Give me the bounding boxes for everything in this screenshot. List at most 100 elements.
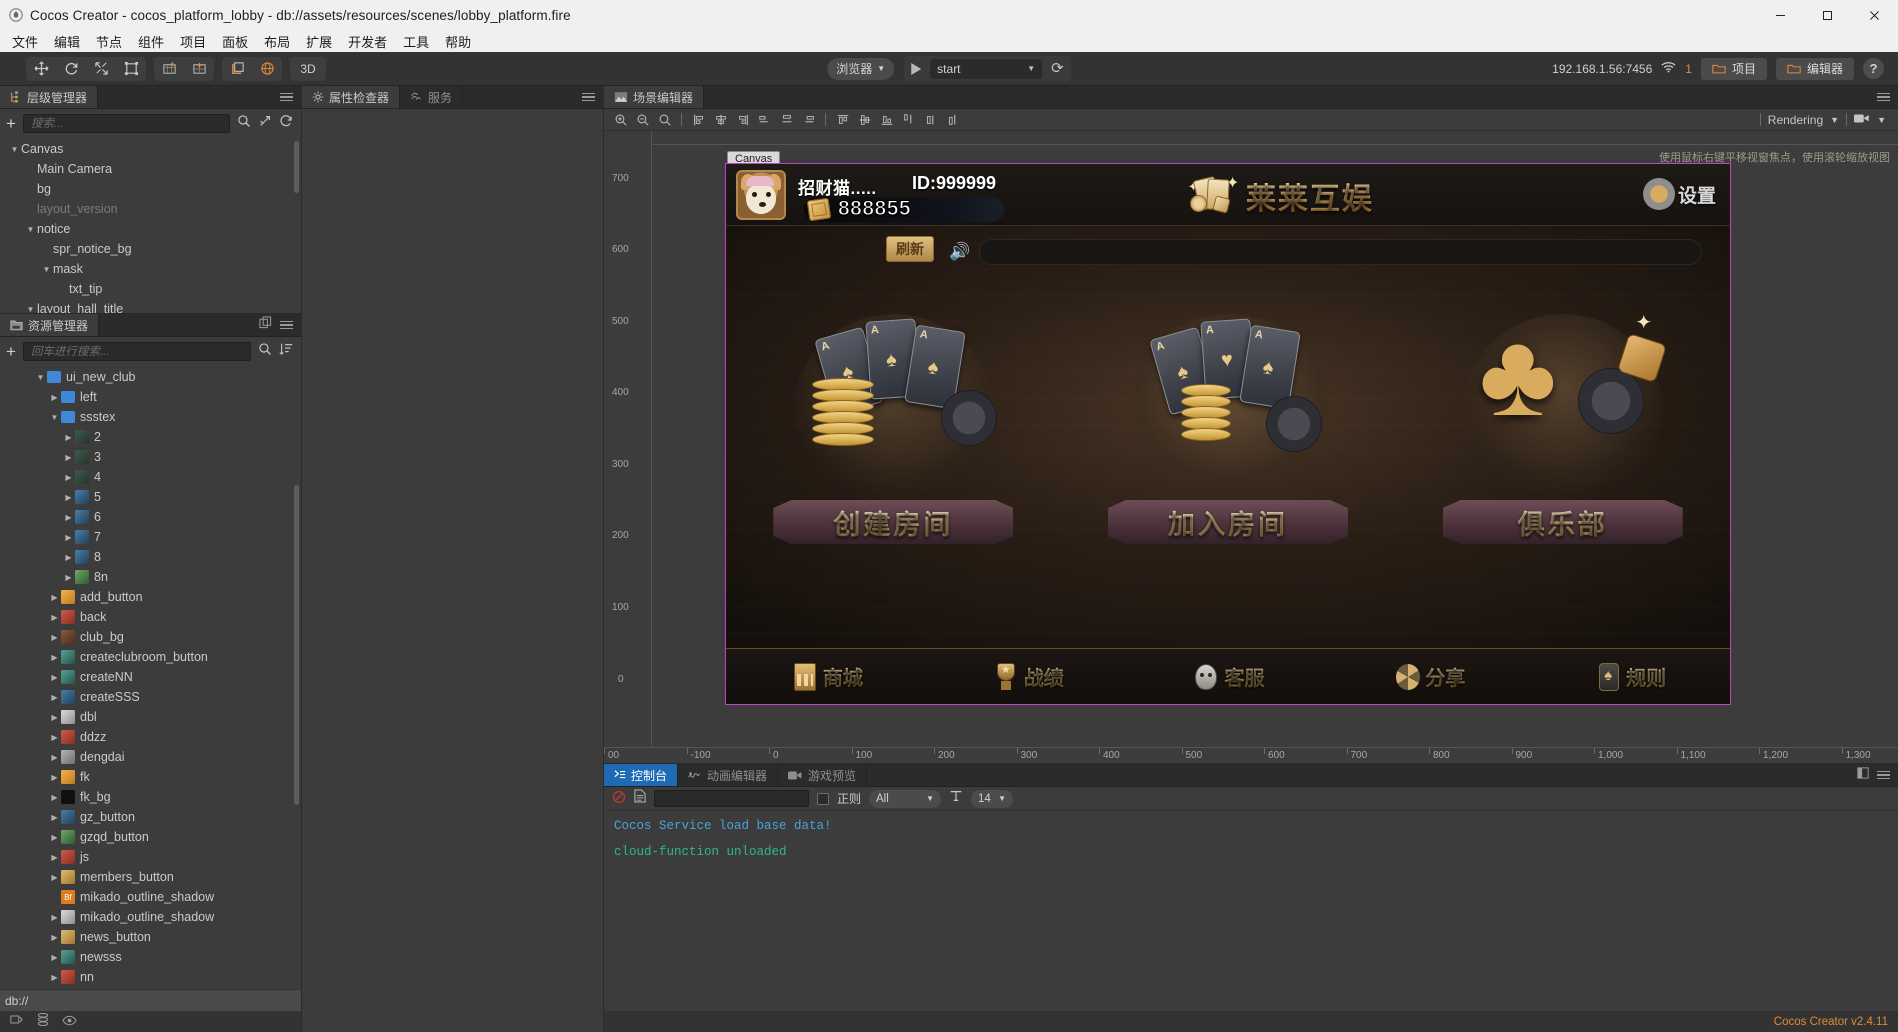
asset-item[interactable]: ▶ add_button: [0, 587, 301, 607]
search-icon[interactable]: [237, 114, 251, 133]
eye-icon[interactable]: [62, 1013, 77, 1031]
distribute-center-icon[interactable]: [776, 111, 797, 129]
editor-button[interactable]: 编辑器: [1775, 57, 1854, 80]
menu-item-component[interactable]: 组件: [130, 30, 172, 53]
chevron-right-icon[interactable]: ▶: [62, 433, 75, 442]
menu-item-project[interactable]: 项目: [172, 30, 214, 53]
chevron-right-icon[interactable]: ▶: [48, 613, 61, 622]
hierarchy-tree[interactable]: ▼ Canvas Main Camera bg layout_version ▼ notic…: [0, 137, 301, 313]
distribute-right-icon[interactable]: [798, 111, 819, 129]
hierarchy-node[interactable]: layout_version: [0, 199, 301, 219]
chevron-down-icon[interactable]: ▼: [34, 373, 47, 382]
preview-device-select[interactable]: 浏览器 ▼: [827, 57, 895, 80]
scene-viewport[interactable]: 700 600 500 400 300 200 100 0 使用鼠标右键平移视窗…: [604, 131, 1898, 763]
hierarchy-node[interactable]: ▼ mask: [0, 259, 301, 279]
nav-item-support[interactable]: 客服: [1128, 661, 1329, 693]
chevron-down-icon[interactable]: ▼: [1830, 115, 1839, 125]
hierarchy-scrollbar[interactable]: [294, 141, 299, 193]
hierarchy-node[interactable]: txt_tip: [0, 279, 301, 299]
maximize-button[interactable]: [1804, 0, 1851, 30]
nav-item-records[interactable]: 战绩: [927, 661, 1128, 693]
locate-icon[interactable]: [258, 114, 272, 133]
asset-item[interactable]: ▶ ddzz: [0, 727, 301, 747]
rotate-tool-icon[interactable]: [56, 57, 86, 81]
camera-icon[interactable]: [1854, 112, 1870, 127]
asset-item[interactable]: ▶ nn: [0, 967, 301, 987]
plus-icon[interactable]: +: [6, 343, 16, 360]
duplicate-icon[interactable]: [259, 316, 272, 334]
help-button[interactable]: ?: [1863, 58, 1884, 79]
expand-icon[interactable]: [1857, 766, 1869, 784]
anchor-icon[interactable]: [184, 57, 214, 81]
chevron-right-icon[interactable]: ▶: [48, 393, 61, 402]
chevron-right-icon[interactable]: ▶: [62, 553, 75, 562]
log-level-select[interactable]: All ▼: [869, 789, 942, 808]
asset-item[interactable]: ▶ mikado_outline_shadow: [0, 907, 301, 927]
asset-item[interactable]: ▶ 4: [0, 467, 301, 487]
font-size-select[interactable]: 14 ▼: [971, 789, 1014, 808]
chevron-right-icon[interactable]: ▶: [62, 533, 75, 542]
chevron-right-icon[interactable]: ▶: [62, 453, 75, 462]
align-left-icon[interactable]: [688, 111, 709, 129]
refresh-button[interactable]: 刷新: [886, 236, 934, 262]
menu-item-layout[interactable]: 布局: [256, 30, 298, 53]
align-bottom-icon[interactable]: [876, 111, 897, 129]
zoom-fit-icon[interactable]: [654, 111, 675, 129]
menu-item-help[interactable]: 帮助: [437, 30, 479, 53]
chevron-right-icon[interactable]: ▶: [48, 713, 61, 722]
asset-item[interactable]: ▶ news_button: [0, 927, 301, 947]
menu-item-panel[interactable]: 面板: [214, 30, 256, 53]
chevron-right-icon[interactable]: ▶: [48, 673, 61, 682]
chevron-right-icon[interactable]: ▶: [48, 813, 61, 822]
rect-tool-icon[interactable]: [116, 57, 146, 81]
chevron-right-icon[interactable]: ▶: [62, 493, 75, 502]
game-canvas[interactable]: 招财猫..... ID:999999 888855 ✦ ✦: [725, 163, 1731, 705]
nav-item-share[interactable]: 分享: [1328, 661, 1529, 693]
hierarchy-node[interactable]: ▼ notice: [0, 219, 301, 239]
clear-icon[interactable]: [612, 790, 626, 807]
settings-button[interactable]: 设置: [1638, 174, 1716, 214]
search-icon[interactable]: [258, 342, 272, 361]
chevron-right-icon[interactable]: ▶: [62, 473, 75, 482]
chevron-down-icon[interactable]: ▼: [24, 225, 37, 234]
avatar[interactable]: [736, 170, 786, 220]
asset-item[interactable]: ▼ ssstex: [0, 407, 301, 427]
hierarchy-node[interactable]: spr_notice_bg: [0, 239, 301, 259]
database-icon[interactable]: [37, 1012, 49, 1031]
tab-inspector[interactable]: 属性检查器: [302, 86, 401, 108]
menu-item-edit[interactable]: 编辑: [46, 30, 88, 53]
menu-item-developer[interactable]: 开发者: [340, 30, 395, 53]
menu-item-node[interactable]: 节点: [88, 30, 130, 53]
tab-animation-editor[interactable]: 动画编辑器: [678, 764, 779, 786]
chevron-down-icon[interactable]: ▼: [8, 145, 21, 154]
chevron-right-icon[interactable]: ▶: [48, 873, 61, 882]
console-log-list[interactable]: Cocos Service load base data! cloud-func…: [604, 811, 1898, 1011]
distribute-bottom-icon[interactable]: [942, 111, 963, 129]
hierarchy-node[interactable]: ▼ layout_hall_title: [0, 299, 301, 313]
rendering-select-label[interactable]: Rendering: [1768, 113, 1823, 127]
local-coord-icon[interactable]: [222, 57, 252, 81]
hierarchy-node[interactable]: bg: [0, 179, 301, 199]
asset-item[interactable]: ▶pdk: [0, 987, 301, 989]
move-tool-icon[interactable]: [26, 57, 56, 81]
asset-item[interactable]: ▶ fk: [0, 767, 301, 787]
chevron-right-icon[interactable]: ▶: [48, 733, 61, 742]
chevron-down-icon[interactable]: ▼: [48, 413, 61, 422]
chevron-right-icon[interactable]: ▶: [48, 973, 61, 982]
asset-item[interactable]: ▶ fk_bg: [0, 787, 301, 807]
hierarchy-search-input[interactable]: 搜索...: [22, 113, 230, 133]
asset-item[interactable]: ▶ members_button: [0, 867, 301, 887]
asset-item[interactable]: ▶ dbl: [0, 707, 301, 727]
chevron-right-icon[interactable]: ▶: [48, 913, 61, 922]
asset-item[interactable]: ▶ 5: [0, 487, 301, 507]
chevron-right-icon[interactable]: ▶: [48, 953, 61, 962]
refresh-icon[interactable]: ⟳: [1051, 61, 1064, 76]
asset-item[interactable]: ▶ 7: [0, 527, 301, 547]
assets-scrollbar[interactable]: [294, 485, 299, 805]
chevron-right-icon[interactable]: ▶: [48, 853, 61, 862]
chevron-right-icon[interactable]: ▶: [48, 653, 61, 662]
asset-item[interactable]: ▶ back: [0, 607, 301, 627]
scale-tool-icon[interactable]: [86, 57, 116, 81]
asset-item[interactable]: ▶ 8n: [0, 567, 301, 587]
scene-select[interactable]: start ▼: [930, 58, 1043, 79]
